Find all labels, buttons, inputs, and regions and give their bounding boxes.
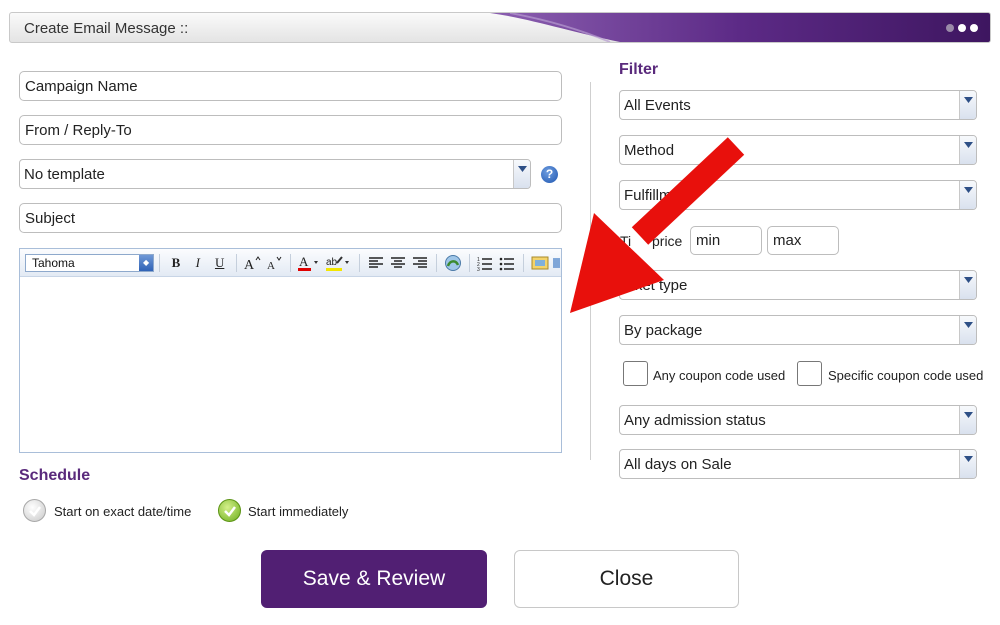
days-on-sale-select[interactable]: All days on Sale [619,449,977,479]
campaign-name-input[interactable] [19,71,562,101]
chevron-down-icon [959,450,976,478]
underline-button[interactable]: U [210,253,230,273]
bold-glyph: B [171,254,181,270]
svg-text:A: A [299,254,309,269]
specific-coupon-label: Specific coupon code used [828,368,984,383]
window-dot-2 [958,24,966,32]
chevron-down-icon [959,91,976,119]
align-right-icon[interactable] [410,253,430,273]
schedule-exact-radio[interactable] [23,499,46,522]
close-button[interactable]: Close [514,550,739,608]
any-coupon-label: Any coupon code used [653,368,786,383]
toolbar-separator [290,253,292,272]
chevron-down-icon [959,316,976,344]
toolbar-separator [435,253,437,272]
toolbar-separator [235,253,237,272]
method-select-value: Method [624,142,675,159]
ticket-price-label-end: price [652,233,683,249]
decrease-font-size-icon[interactable]: A [264,253,284,273]
admission-status-value: Any admission status [624,412,766,429]
events-select[interactable]: All Events [619,90,977,120]
fulfillment-select-value: Fulfillme [624,187,680,204]
column-divider [590,82,591,460]
template-select-value: No template [24,166,105,183]
package-select[interactable]: By package [619,315,977,345]
ticket-type-select[interactable]: icket type [619,270,977,300]
window-dot-1 [946,24,954,32]
toolbar-separator [523,253,525,272]
window-title: Create Email Message :: [24,20,189,37]
more-tools-icon[interactable] [552,253,561,273]
ticket-price-min-input[interactable] [690,226,762,255]
toolbar-separator [359,253,361,272]
method-select[interactable]: Method [619,135,977,165]
chevron-down-icon [959,406,976,434]
chevron-down-icon [959,136,976,164]
admission-status-select[interactable]: Any admission status [619,405,977,435]
any-coupon-checkbox[interactable] [623,361,648,386]
window-dots-icon[interactable] [946,24,978,32]
specific-coupon-checkbox[interactable] [797,361,822,386]
template-select[interactable]: No template [19,159,531,189]
window-dot-3 [970,24,978,32]
italic-glyph: I [195,254,200,270]
font-family-select[interactable]: Tahoma ◆ [25,253,155,272]
schedule-exact-label: Start on exact date/time [54,504,192,519]
save-and-review-button[interactable]: Save & Review [261,550,487,608]
toolbar-separator [468,253,470,272]
help-icon[interactable]: ? [541,166,558,183]
ticket-price-label-start: Ti [620,233,632,249]
align-left-icon[interactable] [366,253,386,273]
subject-input[interactable] [19,203,562,233]
font-family-value: Tahoma [32,255,75,270]
schedule-immediate-radio[interactable] [218,499,241,522]
italic-button[interactable]: I [188,253,208,273]
ticket-price-max-input[interactable] [767,226,839,255]
from-reply-to-input[interactable] [19,115,562,145]
message-editor[interactable]: Tahoma ◆ B I U A A A ab 1 2 3 [19,248,562,453]
updown-arrow-icon: ◆ [139,254,154,271]
help-icon-glyph: ? [545,167,554,181]
font-color-icon[interactable]: A [297,253,323,273]
chevron-down-icon [513,160,530,188]
numbered-list-icon[interactable]: 123 [476,253,496,273]
align-center-icon[interactable] [388,253,408,273]
title-bar-purple-swoosh [490,13,990,42]
svg-text:A: A [244,258,255,271]
increase-font-size-icon[interactable]: A [243,253,263,273]
fulfillment-select[interactable]: Fulfillme [619,180,977,210]
svg-text:A: A [267,260,275,271]
svg-text:ab: ab [326,257,338,268]
highlight-color-icon[interactable]: ab [325,253,353,273]
toolbar-separator [159,253,161,272]
ticket-type-select-value: icket type [624,277,688,294]
schedule-immediate-label: Start immediately [248,504,349,519]
editor-toolbar: Tahoma ◆ B I U A A A ab 1 2 3 [20,249,561,277]
chevron-down-icon [959,181,976,209]
bulleted-list-icon[interactable] [497,253,517,273]
insert-image-icon[interactable] [530,253,550,273]
svg-text:3: 3 [477,267,480,271]
schedule-heading: Schedule [19,467,91,484]
bold-button[interactable]: B [166,253,186,273]
underline-glyph: U [214,254,225,270]
window-title-bar: Create Email Message :: [9,12,991,43]
days-on-sale-value: All days on Sale [624,456,732,473]
filter-heading: Filter [619,61,659,78]
chevron-down-icon [959,271,976,299]
events-select-value: All Events [624,97,691,114]
package-select-value: By package [624,322,703,339]
insert-link-icon[interactable] [443,253,463,273]
